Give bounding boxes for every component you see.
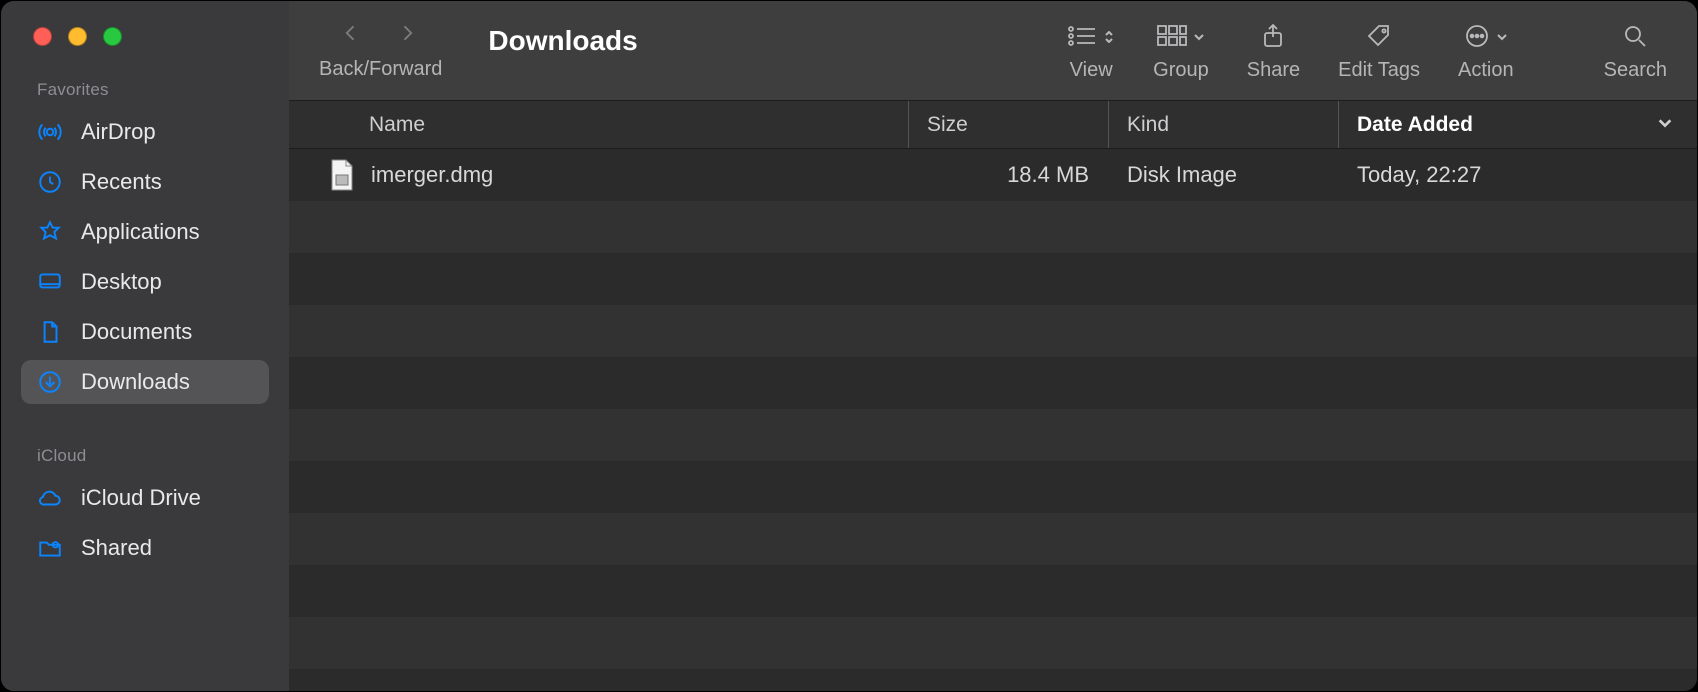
main-area: Back/Forward Downloads View Group xyxy=(289,1,1697,691)
sidebar-item-downloads[interactable]: Downloads xyxy=(21,360,269,404)
back-forward-label: Back/Forward xyxy=(319,58,442,81)
empty-row xyxy=(289,409,1697,461)
action-label: Action xyxy=(1458,59,1514,82)
empty-row xyxy=(289,617,1697,669)
empty-row xyxy=(289,357,1697,409)
view-label: View xyxy=(1070,59,1113,82)
window-controls xyxy=(1,27,289,46)
sidebar-item-label: Documents xyxy=(81,319,192,345)
back-button[interactable] xyxy=(341,21,361,50)
shared-folder-icon xyxy=(37,535,63,561)
column-date-added[interactable]: Date Added xyxy=(1339,113,1697,137)
window-title: Downloads xyxy=(488,25,637,57)
empty-row xyxy=(289,565,1697,617)
updown-chevron-icon xyxy=(1103,30,1115,42)
file-name: imerger.dmg xyxy=(371,162,493,188)
cloud-icon xyxy=(37,485,63,511)
empty-row xyxy=(289,253,1697,305)
sidebar-item-label: Shared xyxy=(81,535,152,561)
empty-row xyxy=(289,201,1697,253)
file-kind: Disk Image xyxy=(1109,162,1339,188)
sidebar-item-label: Desktop xyxy=(81,269,162,295)
empty-row xyxy=(289,305,1697,357)
sidebar-item-desktop[interactable]: Desktop xyxy=(21,260,269,304)
chevron-down-icon xyxy=(1496,30,1508,42)
chevron-down-icon xyxy=(1657,113,1673,137)
chevron-down-icon xyxy=(1193,30,1205,42)
toolbar: Back/Forward Downloads View Group xyxy=(289,1,1697,101)
share-label: Share xyxy=(1247,59,1300,82)
minimize-window-button[interactable] xyxy=(68,27,87,46)
finder-window: Favorites AirDrop Recents Applications D… xyxy=(0,0,1698,692)
search-label: Search xyxy=(1604,59,1667,82)
column-headers: Name Size Kind Date Added xyxy=(289,101,1697,149)
empty-row xyxy=(289,461,1697,513)
column-name[interactable]: Name xyxy=(289,101,909,148)
sidebar-item-label: Recents xyxy=(81,169,162,195)
forward-button[interactable] xyxy=(397,21,417,50)
desktop-icon xyxy=(37,269,63,295)
sidebar-item-applications[interactable]: Applications xyxy=(21,210,269,254)
clock-icon xyxy=(37,169,63,195)
sidebar-section-icloud: iCloud xyxy=(1,446,289,476)
sidebar-item-recents[interactable]: Recents xyxy=(21,160,269,204)
sidebar-item-documents[interactable]: Documents xyxy=(21,310,269,354)
search-button[interactable]: Search xyxy=(1604,19,1667,82)
sidebar-item-airdrop[interactable]: AirDrop xyxy=(21,110,269,154)
sidebar-item-icloud-drive[interactable]: iCloud Drive xyxy=(21,476,269,520)
document-icon xyxy=(37,319,63,345)
file-row[interactable]: imerger.dmg 18.4 MB Disk Image Today, 22… xyxy=(289,149,1697,201)
file-list: imerger.dmg 18.4 MB Disk Image Today, 22… xyxy=(289,149,1697,691)
view-button[interactable]: View xyxy=(1067,19,1115,82)
file-size: 18.4 MB xyxy=(909,162,1109,188)
share-button[interactable]: Share xyxy=(1247,19,1300,82)
sidebar: Favorites AirDrop Recents Applications D… xyxy=(1,1,289,691)
column-date-added-label: Date Added xyxy=(1357,113,1473,137)
sidebar-item-label: Applications xyxy=(81,219,200,245)
downloads-icon xyxy=(37,369,63,395)
edit-tags-label: Edit Tags xyxy=(1338,59,1420,82)
sidebar-item-label: AirDrop xyxy=(81,119,156,145)
column-kind[interactable]: Kind xyxy=(1109,101,1339,148)
edit-tags-button[interactable]: Edit Tags xyxy=(1338,19,1420,82)
group-button[interactable]: Group xyxy=(1153,19,1209,82)
sidebar-item-label: iCloud Drive xyxy=(81,485,201,511)
column-size[interactable]: Size xyxy=(909,101,1109,148)
zoom-window-button[interactable] xyxy=(103,27,122,46)
close-window-button[interactable] xyxy=(33,27,52,46)
group-label: Group xyxy=(1153,59,1209,82)
empty-row xyxy=(289,513,1697,565)
sidebar-item-shared[interactable]: Shared xyxy=(21,526,269,570)
disk-image-icon xyxy=(329,159,355,191)
airdrop-icon xyxy=(37,119,63,145)
sidebar-item-label: Downloads xyxy=(81,369,190,395)
applications-icon xyxy=(37,219,63,245)
file-date-added: Today, 22:27 xyxy=(1339,162,1697,188)
action-button[interactable]: Action xyxy=(1458,19,1514,82)
sidebar-section-favorites: Favorites xyxy=(1,80,289,110)
